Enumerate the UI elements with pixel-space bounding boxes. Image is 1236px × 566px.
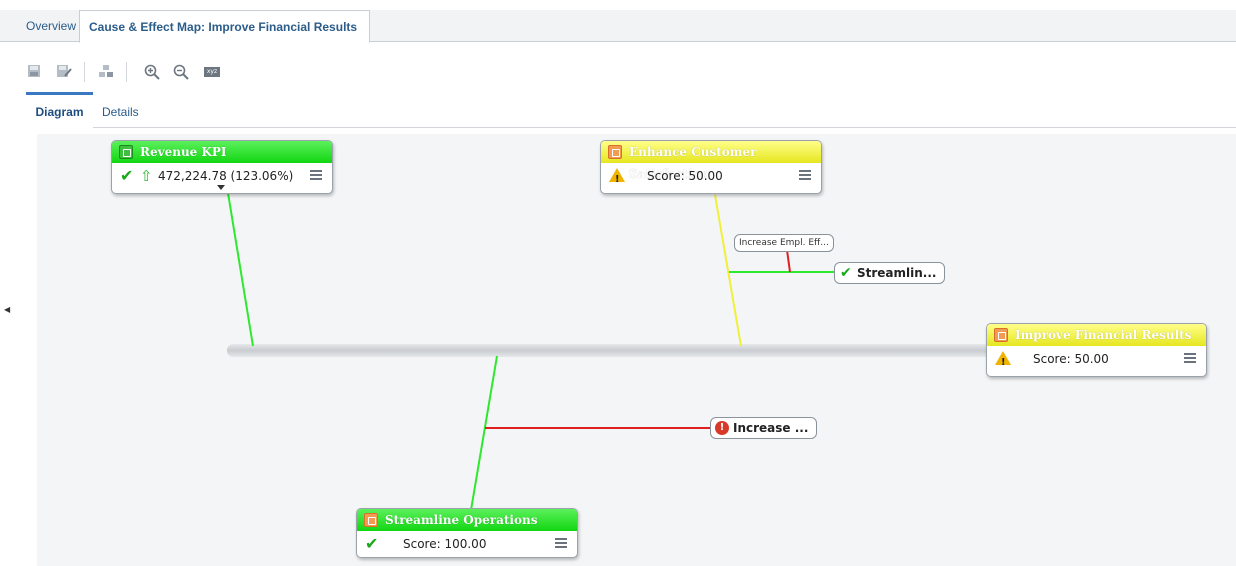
node-body: ✔ Score: 100.00: [357, 531, 577, 557]
score-value: Score: 100.00: [403, 537, 487, 551]
node-body: ✔ ⇧ 472,224.78 (123.06%): [112, 163, 332, 191]
enhance-satisfaction-node[interactable]: Enhance Customer Satisfaction ! Score: 5…: [600, 140, 822, 194]
node-title: Revenue KPI: [140, 145, 227, 159]
up-arrow-icon: ⇧: [140, 167, 153, 185]
increase-empl-connector: [786, 249, 791, 273]
node-title: Streamline Operations: [385, 513, 538, 527]
score-value: Score: 50.00: [1033, 352, 1109, 366]
node-body: ! Score: 50.00: [601, 163, 821, 191]
check-icon: ✔: [120, 166, 134, 185]
node-header: Improve Financial Results: [987, 324, 1206, 346]
streamline-operations-node[interactable]: Streamline Operations ✔ Score: 100.00: [356, 508, 578, 558]
score-value: Score: 50.00: [647, 169, 723, 183]
menu-icon[interactable]: [1184, 353, 1196, 363]
node-header: Streamline Operations: [357, 509, 577, 531]
warning-mark: !: [1001, 357, 1006, 368]
revenue-kpi-connector: [227, 192, 254, 347]
improve-financial-node[interactable]: Improve Financial Results ! Score: 50.00: [986, 323, 1207, 377]
objective-icon: [364, 513, 378, 527]
pill-label: Increase Empl. Eff...: [739, 238, 829, 248]
menu-icon[interactable]: [310, 170, 322, 180]
objective-icon: [608, 145, 622, 159]
pill-label: Streamlin...: [857, 266, 937, 280]
error-icon: !: [715, 421, 729, 435]
kpi-icon: [119, 145, 133, 159]
fishbone-spine: [227, 344, 997, 357]
menu-icon[interactable]: [555, 538, 567, 548]
warning-mark: !: [615, 174, 620, 185]
increase-empl-pill[interactable]: Increase Empl. Eff...: [734, 234, 834, 252]
node-header: Enhance Customer Satisfaction: [601, 141, 821, 181]
streamline-ops-connector: [470, 355, 498, 511]
streamlin-pill[interactable]: ✔ Streamlin...: [834, 262, 946, 284]
kpi-value: 472,224.78 (123.06%): [158, 169, 294, 183]
check-icon: ✔: [840, 265, 852, 281]
node-title: Improve Financial Results: [1015, 328, 1192, 342]
menu-icon[interactable]: [799, 170, 811, 180]
expand-icon[interactable]: [217, 185, 225, 190]
node-header: Revenue KPI: [112, 141, 332, 163]
connector-lines: [227, 192, 997, 511]
pill-label: Increase ...: [733, 421, 809, 435]
increase-pill[interactable]: ! Increase ...: [710, 417, 818, 439]
node-body: ! Score: 50.00: [987, 346, 1206, 374]
revenue-kpi-node[interactable]: Revenue KPI ✔ ⇧ 472,224.78 (123.06%): [111, 140, 333, 194]
check-icon: ✔: [365, 534, 379, 553]
objective-icon: [994, 328, 1008, 342]
enhance-satisfaction-connector: [714, 194, 742, 347]
